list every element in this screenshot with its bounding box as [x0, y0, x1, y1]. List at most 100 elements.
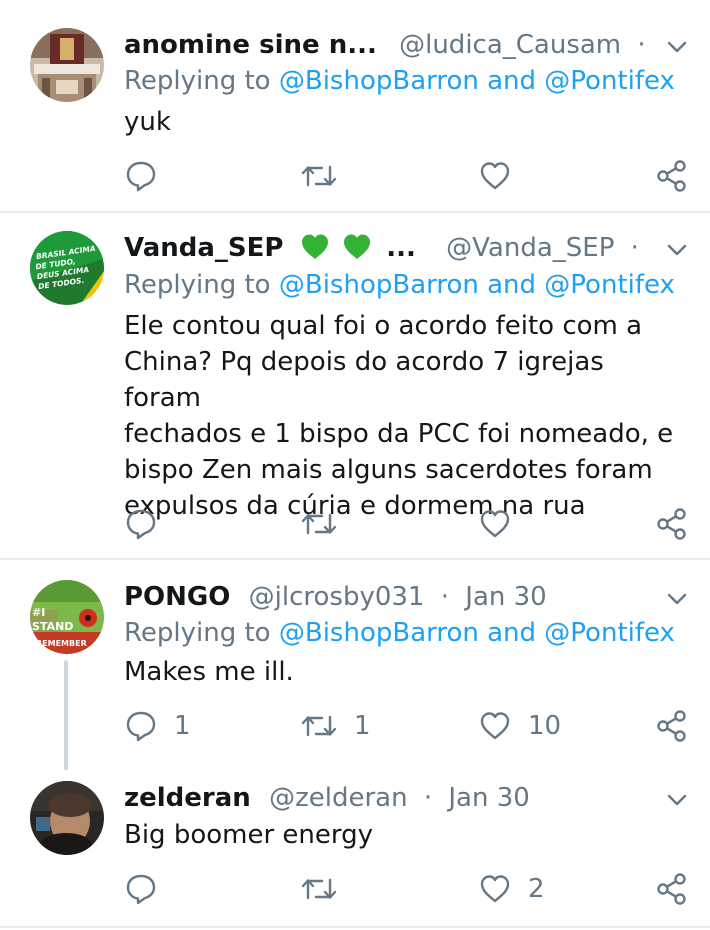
- user-handle[interactable]: @jlcrosby031: [249, 582, 425, 612]
- chevron-down-icon[interactable]: [666, 789, 688, 811]
- display-name[interactable]: zelderan: [124, 783, 251, 813]
- share-icon: [657, 710, 686, 742]
- like-count: 10: [528, 711, 562, 741]
- tweet-header: PONGO @jlcrosby031 · Jan 30: [124, 580, 650, 614]
- retweet-button[interactable]: 1: [300, 706, 371, 746]
- tweet-card[interactable]: BRASIL ACIMA DE TUDO, DEUS ACIMA DE TODO…: [0, 213, 710, 558]
- avatar-image: #I STAND REMEMBER: [30, 580, 104, 654]
- retweet-icon: [301, 513, 337, 535]
- tweet-actions: [0, 156, 710, 196]
- green-heart-emoji-icon: [301, 234, 328, 259]
- share-button[interactable]: [656, 706, 688, 746]
- tweet-text-line: Big boomer energy: [124, 820, 374, 850]
- share-button[interactable]: [656, 156, 688, 196]
- heart-icon: [480, 712, 510, 740]
- tweet-feed: anomine sine n... @ludica_Causam · 5h Re…: [0, 0, 710, 930]
- tweet-card[interactable]: zelderan @zelderan · Jan 30 Big boomer e…: [0, 775, 710, 925]
- tweet-header: Vanda_SEP ... @Vanda_SEP · 5h: [124, 231, 650, 265]
- heart-icon: [480, 875, 510, 903]
- replying-prefix: Replying to: [124, 66, 271, 96]
- reply-count: 1: [174, 711, 191, 741]
- replying-to: Replying to @BishopBarron and @Pontifex: [124, 616, 675, 650]
- like-button[interactable]: [478, 504, 528, 544]
- replying-to-link[interactable]: @BishopBarron and @Pontifex: [279, 618, 675, 648]
- reply-icon: [126, 711, 156, 742]
- separator-dot: ·: [440, 582, 450, 612]
- tweet-text-line: Ele contou qual foi o acordo feito com a: [124, 311, 643, 341]
- retweet-button[interactable]: [300, 156, 354, 196]
- reply-icon: [126, 509, 156, 540]
- avatar-image: [30, 28, 104, 102]
- reply-button[interactable]: 1: [124, 706, 191, 746]
- retweet-icon: [301, 165, 337, 187]
- divider: [0, 926, 710, 928]
- replying-to-link[interactable]: @BishopBarron and @Pontifex: [279, 270, 675, 300]
- like-button[interactable]: 10: [478, 706, 561, 746]
- avatar[interactable]: #I STAND REMEMBER: [30, 580, 104, 654]
- retweet-button[interactable]: [300, 504, 354, 544]
- separator-dot: ·: [630, 233, 639, 263]
- tweet-text: Makes me ill.: [124, 654, 684, 690]
- reply-icon: [126, 874, 156, 905]
- green-heart-emoji-icon: [343, 234, 370, 259]
- heart-icon: [480, 162, 510, 190]
- tweet-header: zelderan @zelderan · Jan 30: [124, 781, 650, 815]
- reply-button[interactable]: [124, 156, 174, 196]
- avatar[interactable]: [30, 781, 104, 855]
- tweet-text: Big boomer energy: [124, 817, 684, 853]
- separator-dot: ·: [423, 783, 433, 813]
- avatar[interactable]: [30, 28, 104, 102]
- tweet-actions: 1 1 10: [0, 706, 710, 746]
- user-handle[interactable]: @ludica_Causam: [399, 30, 621, 60]
- display-name[interactable]: Vanda_SEP: [124, 233, 283, 263]
- chevron-down-icon[interactable]: [666, 36, 688, 58]
- replying-to-link[interactable]: @BishopBarron and @Pontifex: [279, 66, 675, 96]
- tweet-text: Ele contou qual foi o acordo feito com a…: [124, 308, 684, 524]
- retweet-button[interactable]: [300, 869, 354, 909]
- svg-text:#I: #I: [32, 606, 45, 619]
- share-button[interactable]: [656, 504, 688, 544]
- like-button[interactable]: [478, 156, 528, 196]
- tweet-card[interactable]: #I STAND REMEMBER PONGO @jlcrosby031 · J…: [0, 560, 710, 775]
- tweet-text-line: bispo Zen mais alguns sacerdotes foram: [124, 455, 653, 485]
- user-handle[interactable]: @zelderan: [269, 783, 407, 813]
- chevron-down-icon[interactable]: [666, 588, 688, 610]
- share-icon: [657, 873, 686, 905]
- tweet-card[interactable]: anomine sine n... @ludica_Causam · 5h Re…: [0, 0, 710, 210]
- display-name[interactable]: PONGO: [124, 582, 230, 612]
- replying-prefix: Replying to: [124, 618, 271, 648]
- display-name-ellipsis: ...: [386, 233, 416, 263]
- tweet-header: anomine sine n... @ludica_Causam · 5h: [124, 28, 650, 62]
- replying-to: Replying to @BishopBarron and @Pontifex: [124, 268, 675, 302]
- replying-prefix: Replying to: [124, 270, 271, 300]
- like-button[interactable]: 2: [478, 869, 545, 909]
- share-button[interactable]: [656, 869, 688, 909]
- tweet-text: yuk: [124, 104, 684, 140]
- tweet-text-line: yuk: [124, 107, 171, 137]
- svg-text:REMEMBER: REMEMBER: [36, 639, 87, 648]
- tweet-text-line: Makes me ill.: [124, 657, 294, 687]
- reply-button[interactable]: [124, 504, 174, 544]
- avatar-image: [30, 781, 104, 855]
- heart-icon: [480, 510, 510, 538]
- share-icon: [657, 160, 686, 192]
- display-name[interactable]: anomine sine n...: [124, 30, 377, 60]
- retweet-count: 1: [354, 711, 371, 741]
- like-count: 2: [528, 874, 545, 904]
- timestamp[interactable]: Jan 30: [448, 783, 529, 813]
- tweet-text-line: China? Pq depois do acordo 7 igrejas for…: [124, 347, 604, 413]
- tweet-actions: [0, 504, 710, 544]
- retweet-icon: [301, 715, 337, 737]
- share-icon: [657, 508, 686, 540]
- tweet-text-line: fechados e 1 bispo da PCC foi nomeado, e: [124, 419, 674, 449]
- reply-icon: [126, 161, 156, 192]
- retweet-icon: [301, 878, 337, 900]
- chevron-down-icon[interactable]: [666, 239, 688, 261]
- avatar[interactable]: BRASIL ACIMA DE TUDO, DEUS ACIMA DE TODO…: [30, 231, 104, 305]
- user-handle[interactable]: @Vanda_SEP: [446, 233, 614, 263]
- separator-dot: ·: [637, 30, 646, 60]
- avatar-image: BRASIL ACIMA DE TUDO, DEUS ACIMA DE TODO…: [30, 231, 104, 305]
- reply-button[interactable]: [124, 869, 174, 909]
- svg-text:STAND: STAND: [32, 620, 73, 633]
- timestamp[interactable]: Jan 30: [465, 582, 546, 612]
